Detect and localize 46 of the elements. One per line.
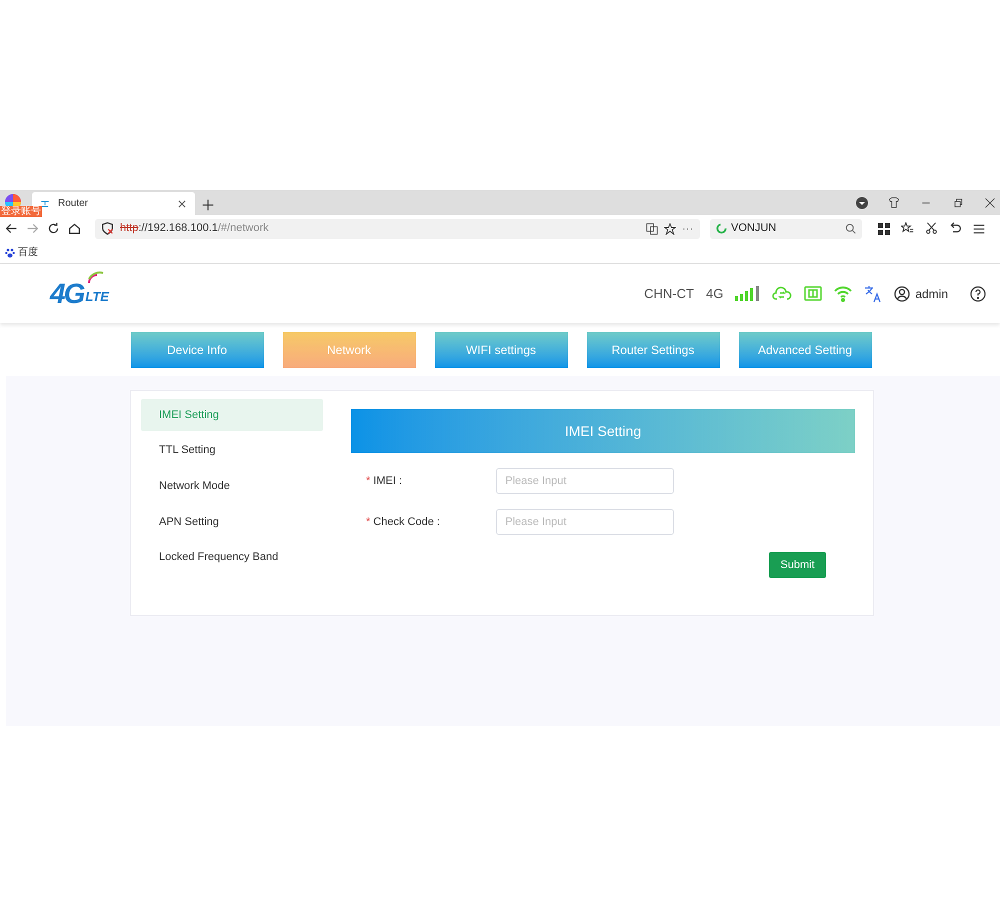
sidebar-item[interactable]: Locked Frequency Band <box>141 541 323 574</box>
undo-icon[interactable] <box>949 222 962 235</box>
carrier-name: CHN-CT <box>644 284 694 303</box>
new-tab-icon[interactable] <box>202 199 214 211</box>
input-field[interactable]: Please Input <box>496 509 674 535</box>
search-field[interactable]: VONJUN <box>710 218 862 238</box>
account-badge: 登录账号 <box>0 206 42 217</box>
shirt-icon[interactable] <box>888 197 900 209</box>
sidebar-item[interactable]: APN Setting <box>141 506 323 538</box>
field-label: IMEI : <box>373 474 404 489</box>
favorites-icon[interactable] <box>901 222 914 235</box>
translate-icon[interactable] <box>646 222 658 234</box>
network-type: 4G <box>706 284 724 303</box>
star-icon[interactable] <box>664 222 676 234</box>
input-field[interactable]: Please Input <box>496 468 674 494</box>
sidebar-item[interactable]: Network Mode <box>141 470 323 502</box>
bookmark[interactable]: 百度 <box>5 245 38 260</box>
back-icon[interactable] <box>5 222 18 235</box>
user-menu[interactable]: admin <box>894 284 948 302</box>
reload-icon[interactable] <box>47 222 60 235</box>
paw-icon <box>5 248 15 258</box>
required-mark: * <box>366 514 370 530</box>
search-engine-icon <box>716 223 727 234</box>
field-label: Check Code : <box>373 514 441 530</box>
logo: 4GLTE <box>50 278 109 308</box>
apps-icon[interactable] <box>878 222 890 234</box>
signal-arc-icon <box>86 270 106 284</box>
help-icon[interactable] <box>970 286 986 302</box>
download-icon[interactable] <box>856 197 868 209</box>
sidebar-item[interactable]: TTL Setting <box>141 434 323 467</box>
search-icon[interactable] <box>845 223 856 234</box>
sim-card-icon <box>804 286 822 302</box>
wifi-icon <box>834 286 852 302</box>
section-header: IMEI Setting <box>351 409 855 453</box>
menu-icon[interactable] <box>973 222 985 234</box>
scissors-icon[interactable] <box>925 222 938 235</box>
required-mark: * <box>366 474 370 489</box>
home-icon[interactable] <box>68 222 81 235</box>
user-avatar-icon <box>894 286 910 302</box>
close-icon[interactable] <box>177 198 187 208</box>
signal-icon <box>735 286 760 301</box>
close-icon[interactable] <box>984 197 996 209</box>
cloud-sync-icon <box>772 284 792 302</box>
restore-icon[interactable] <box>952 197 964 209</box>
address-bar[interactable]: http://192.168.100.1/#/network <box>95 218 700 238</box>
insecure-shield-icon <box>101 222 114 235</box>
